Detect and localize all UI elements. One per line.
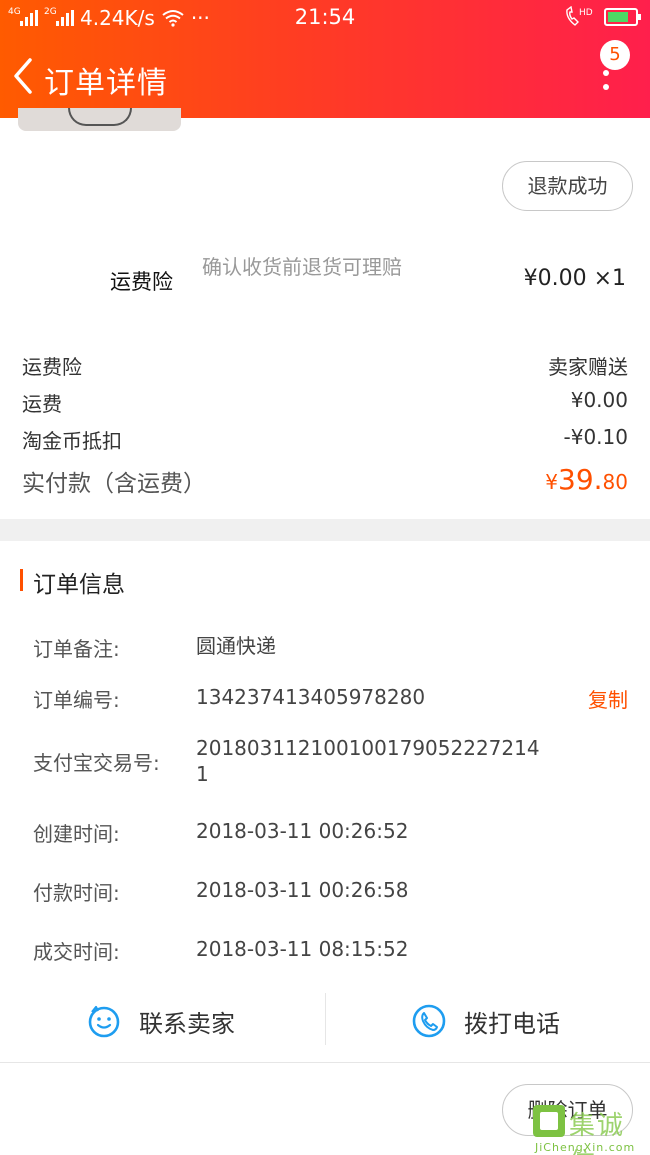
battery-icon xyxy=(604,8,641,26)
contact-seller-button[interactable]: 联系卖家 xyxy=(87,996,235,1046)
info-value: 2018-03-11 08:15:52 xyxy=(196,937,409,961)
product-thumbnail[interactable] xyxy=(18,108,181,131)
alipay-trade-number: 2018031121001001790522272141 xyxy=(196,736,540,786)
hd-call-icon: HD xyxy=(566,6,593,26)
fee-label: 运费险 xyxy=(22,355,82,379)
status-time: 21:54 xyxy=(294,5,356,29)
section-divider xyxy=(0,519,650,541)
fee-row: 淘金币抵扣 -¥0.10 xyxy=(22,425,628,455)
total-decimal: 80 xyxy=(602,470,628,494)
fee-value: 卖家赠送 xyxy=(548,355,628,379)
watermark-logo-icon xyxy=(533,1105,565,1137)
info-value: 2018-03-11 00:26:52 xyxy=(196,819,409,843)
watermark: 集诚信 JiChengXin.com xyxy=(533,1105,650,1155)
fee-row: 运费险 卖家赠送 xyxy=(22,351,628,381)
total-currency: ¥ xyxy=(545,470,559,494)
message-count-badge: 5 xyxy=(600,40,630,70)
watermark-url: JiChengXin.com xyxy=(535,1141,636,1154)
info-label: 订单备注: xyxy=(33,637,120,661)
info-label: 订单编号: xyxy=(33,688,120,712)
order-info-title: 订单信息 xyxy=(33,572,125,598)
fee-value: ¥0.00 xyxy=(570,388,628,412)
fee-label: 运费 xyxy=(22,392,62,416)
footer-divider xyxy=(0,1062,650,1063)
total-paid-label: 实付款（含运费） xyxy=(22,471,206,497)
total-paid-amount: ¥39.80 xyxy=(545,463,628,496)
insurance-item-title: 运费险 xyxy=(110,270,173,294)
hd-label: HD xyxy=(579,8,593,18)
page-title: 订单详情 xyxy=(44,66,168,101)
app-header: 4G 2G 4.24K/s ··· 21:54 HD 订单详情 5 xyxy=(0,0,650,118)
contact-seller-label: 联系卖家 xyxy=(139,1009,235,1038)
info-value: 圆通快递 xyxy=(196,634,276,658)
chat-smile-icon xyxy=(88,1005,120,1038)
refund-status-button[interactable]: 退款成功 xyxy=(502,161,633,211)
insurance-item-description: 确认收货前退货可理赔 xyxy=(202,255,402,279)
fee-value: -¥0.10 xyxy=(563,425,628,449)
info-value: 2018-03-11 00:26:58 xyxy=(196,878,409,902)
status-right: HD xyxy=(564,6,641,28)
fee-row: 运费 ¥0.00 xyxy=(22,388,628,418)
phone-icon xyxy=(412,1004,446,1038)
call-phone-label: 拨打电话 xyxy=(464,1009,560,1038)
info-label: 创建时间: xyxy=(33,822,120,846)
back-icon[interactable] xyxy=(10,56,40,96)
call-phone-button[interactable]: 拨打电话 xyxy=(412,996,560,1046)
order-number: 134237413405978280 xyxy=(196,685,426,709)
fee-label: 淘金币抵扣 xyxy=(22,429,122,453)
status-bar: 4G 2G 4.24K/s ··· 21:54 HD xyxy=(0,0,650,36)
total-integer: 39. xyxy=(558,463,603,496)
contact-divider xyxy=(325,993,326,1045)
info-label: 成交时间: xyxy=(33,940,120,964)
insurance-item-price: ¥0.00 ×1 xyxy=(523,266,626,291)
section-accent-bar xyxy=(20,569,23,591)
info-label: 支付宝交易号: xyxy=(33,751,160,775)
info-label: 付款时间: xyxy=(33,881,120,905)
copy-order-number-button[interactable]: 复制 xyxy=(588,684,628,713)
